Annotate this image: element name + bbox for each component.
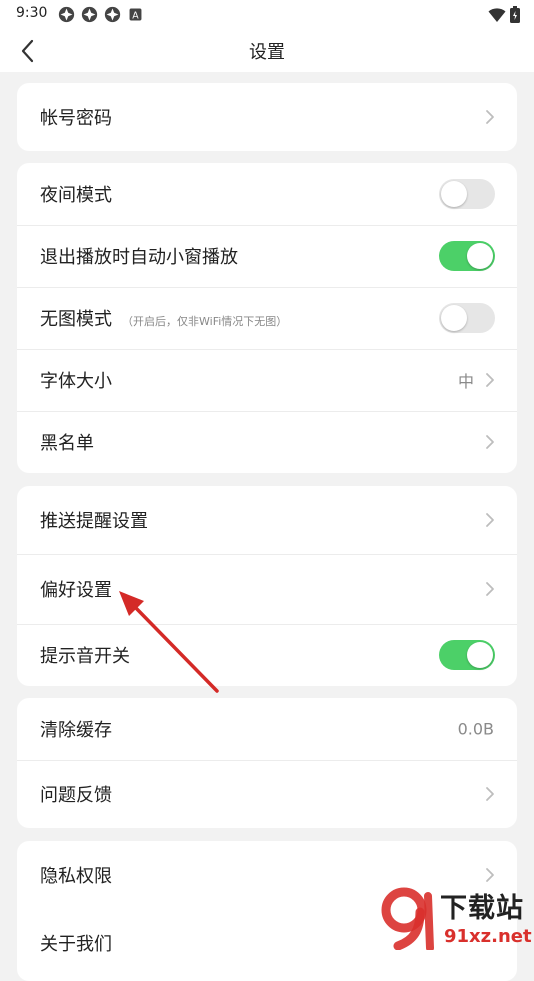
badge-letter: A	[132, 10, 139, 21]
chevron-right-icon	[486, 868, 494, 882]
privacy-label: 隐私权限	[40, 866, 112, 887]
auto-mini-window-toggle[interactable]	[439, 241, 495, 271]
cache-size-value: 0.0B	[457, 719, 494, 739]
row-feedback[interactable]: 问题反馈	[17, 760, 517, 828]
row-auto-mini-window: 退出播放时自动小窗播放	[17, 225, 517, 288]
app-notification-icon	[104, 6, 121, 23]
feedback-label: 问题反馈	[40, 785, 112, 806]
row-no-image-mode: 无图模式 （开启后，仅非WiFi情况下无图）	[17, 287, 517, 350]
chevron-right-icon	[486, 435, 494, 449]
app-notification-icon	[81, 6, 98, 23]
night-mode-label: 夜间模式	[40, 185, 112, 206]
watermark-logo-icon	[381, 887, 434, 950]
toggle-knob	[441, 305, 467, 331]
battery-icon	[510, 6, 520, 23]
toggle-knob	[467, 642, 493, 668]
watermark: 下载站 91xz.net	[380, 886, 534, 950]
font-size-label: 字体大小	[40, 371, 112, 392]
no-image-mode-note: （开启后，仅非WiFi情况下无图）	[122, 315, 288, 328]
badge-notification-icon: A	[129, 8, 142, 21]
storage-card: 清除缓存 0.0B 问题反馈	[17, 698, 517, 828]
status-notification-icons: A	[58, 6, 144, 23]
row-account-password[interactable]: 帐号密码	[17, 83, 517, 151]
auto-mini-window-label: 退出播放时自动小窗播放	[40, 247, 238, 268]
chevron-right-icon	[486, 787, 494, 801]
row-blacklist[interactable]: 黑名单	[17, 411, 517, 473]
page-title: 设置	[249, 42, 285, 63]
row-clear-cache[interactable]: 清除缓存 0.0B	[17, 698, 517, 761]
watermark-brand: 下载站	[440, 893, 524, 924]
sound-switch-toggle[interactable]	[439, 640, 495, 670]
nav-bar: 设置	[0, 28, 534, 72]
no-image-mode-toggle[interactable]	[439, 303, 495, 333]
chevron-right-icon	[486, 513, 494, 527]
toggle-knob	[441, 181, 467, 207]
push-settings-label: 推送提醒设置	[40, 511, 148, 532]
status-system-icons	[488, 6, 520, 23]
account-password-label: 帐号密码	[40, 108, 112, 129]
row-preferences[interactable]: 偏好设置	[17, 554, 517, 625]
night-mode-toggle[interactable]	[439, 179, 495, 209]
no-image-mode-title: 无图模式	[40, 309, 112, 330]
row-sound-switch: 提示音开关	[17, 624, 517, 686]
no-image-mode-label: 无图模式 （开启后，仅非WiFi情况下无图）	[40, 305, 287, 331]
clear-cache-label: 清除缓存	[40, 720, 112, 741]
blacklist-label: 黑名单	[40, 433, 94, 454]
chevron-right-icon	[486, 110, 494, 124]
status-bar: 9:30 A	[0, 0, 534, 28]
notify-card: 推送提醒设置 偏好设置 提示音开关	[17, 486, 517, 686]
wifi-icon	[488, 7, 506, 22]
preferences-label: 偏好设置	[40, 580, 112, 601]
chevron-right-icon	[486, 373, 494, 387]
row-night-mode: 夜间模式	[17, 163, 517, 226]
font-size-value: 中	[457, 372, 474, 391]
row-font-size[interactable]: 字体大小 中	[17, 349, 517, 412]
sound-switch-label: 提示音开关	[40, 646, 130, 667]
status-time: 9:30	[16, 5, 48, 21]
account-card: 帐号密码	[17, 83, 517, 151]
chevron-right-icon	[486, 582, 494, 596]
app-notification-icon	[58, 6, 75, 23]
watermark-domain: 91xz.net	[444, 926, 532, 947]
about-us-label: 关于我们	[40, 934, 112, 955]
display-card: 夜间模式 退出播放时自动小窗播放 无图模式 （开启后，仅非WiFi情况下无图） 字…	[17, 163, 517, 473]
toggle-knob	[467, 243, 493, 269]
row-push-settings[interactable]: 推送提醒设置	[17, 486, 517, 555]
